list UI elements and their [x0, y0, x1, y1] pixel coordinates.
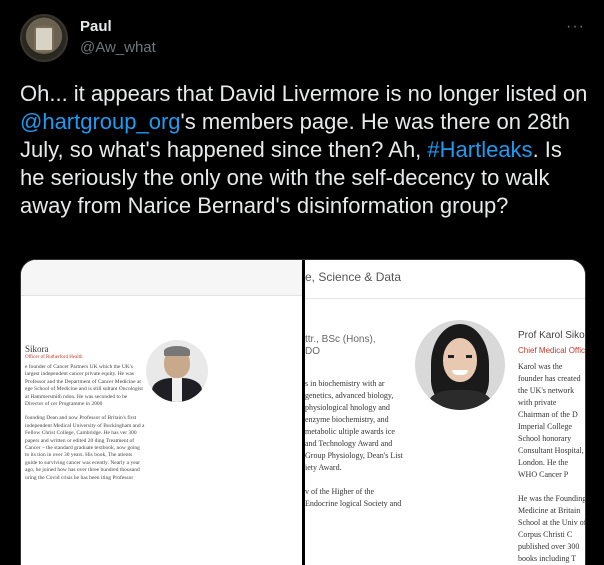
- right-column-2: Karol was the founder has created the UK…: [518, 361, 586, 565]
- avatar-picture-icon: [34, 26, 54, 52]
- author-avatar[interactable]: [20, 14, 68, 62]
- woman-portrait-photo: [415, 320, 505, 410]
- right-member-name: Prof Karol Sikora: [518, 330, 585, 341]
- media-image-left[interactable]: Sikora Officer of Rutherford Health e fo…: [21, 260, 302, 565]
- right-col2-paragraph: He was the Founding Medicine at Britain …: [518, 494, 586, 563]
- credentials-line: ttr., BSc (Hons),: [305, 334, 376, 345]
- left-bio-paragraph: e founder of Cancer Partners UK which th…: [25, 364, 143, 408]
- hashtag-link[interactable]: #Hartleaks: [427, 137, 532, 162]
- tweet-card[interactable]: Paul @Aw_what ··· Oh... it appears that …: [0, 0, 604, 565]
- tweet-text-part-1: Oh... it appears that David Livermore is…: [20, 81, 588, 106]
- right-page-header: e, Science & Data: [305, 270, 402, 284]
- right-col1-paragraph: s in biochemistry with ar genetics, adva…: [305, 379, 403, 472]
- right-fragment-credentials: ttr., BSc (Hons), DO: [305, 334, 376, 358]
- author-handle[interactable]: @Aw_what: [80, 39, 156, 56]
- screenshot-header-bar: [21, 260, 302, 296]
- left-member-bio: e founder of Cancer Partners UK which th…: [25, 364, 145, 489]
- left-bio-paragraph: founding Dean and now Professor of Brita…: [25, 415, 145, 481]
- author-name[interactable]: Paul: [80, 18, 112, 35]
- header-rule: [305, 298, 585, 299]
- right-member-role: Chief Medical Officer: [518, 346, 586, 355]
- tweet-text: Oh... it appears that David Livermore is…: [20, 80, 590, 220]
- right-col1-paragraph: v of the Higher of the Endocrine logical…: [305, 487, 402, 508]
- right-col2-paragraph: Karol was the founder has created the UK…: [518, 362, 584, 479]
- right-column-1: s in biochemistry with ar genetics, adva…: [305, 378, 403, 522]
- left-member-name: Sikora: [25, 344, 49, 354]
- mention-link[interactable]: @hartgroup_org: [20, 109, 181, 134]
- left-member-role: Officer of Rutherford Health: [25, 355, 83, 360]
- credentials-line: DO: [305, 346, 320, 357]
- more-options-icon[interactable]: ···: [566, 18, 585, 36]
- tweet-media[interactable]: Sikora Officer of Rutherford Health e fo…: [20, 259, 586, 565]
- man-portrait-photo: [146, 340, 208, 402]
- media-image-right[interactable]: e, Science & Data ttr., BSc (Hons), DO s…: [305, 260, 586, 565]
